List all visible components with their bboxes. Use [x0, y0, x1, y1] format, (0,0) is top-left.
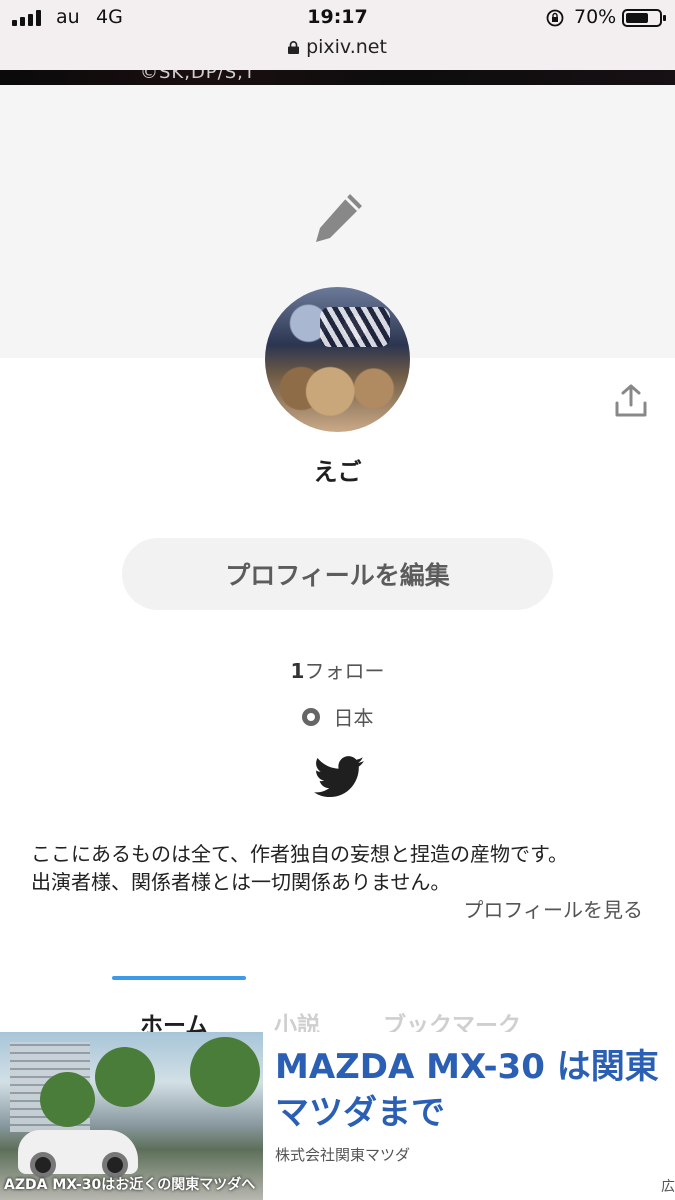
- status-bar: au 4G 19:17 70% pixiv.net: [0, 0, 675, 70]
- location-text: 日本: [333, 706, 374, 730]
- battery-fill: [626, 13, 649, 23]
- follow-count-link[interactable]: 1フォロー: [0, 655, 675, 684]
- edit-profile-button[interactable]: プロフィールを編集: [122, 538, 553, 610]
- location: 日本: [0, 702, 675, 731]
- url-domain: pixiv.net: [306, 36, 387, 58]
- battery-percent: 70%: [574, 6, 617, 28]
- ad-label: 広: [661, 1179, 675, 1195]
- ad-headline[interactable]: MAZDA MX-30 は関東マツダまで: [275, 1044, 670, 1136]
- avatar[interactable]: [265, 287, 410, 432]
- ad-image-caption: AZDA MX-30はお近くの関東マツダへ: [4, 1177, 256, 1193]
- cover-image: ©SK,DP/S,T: [0, 70, 675, 85]
- ad-image-tree: [95, 1047, 155, 1107]
- pencil-icon[interactable]: [308, 188, 368, 248]
- ad-image-tree: [190, 1037, 260, 1107]
- follow-count: 1: [290, 659, 305, 683]
- ad-banner[interactable]: AZDA MX-30はお近くの関東マツダへ MAZDA MX-30 は関東マツダ…: [0, 1032, 675, 1200]
- ad-advertiser: 株式会社関東マツダ: [275, 1146, 411, 1164]
- url-bar[interactable]: pixiv.net: [0, 36, 675, 58]
- ad-image-tree: [40, 1072, 95, 1127]
- location-icon: [301, 707, 320, 726]
- username: えご: [313, 458, 362, 486]
- bio-line: 出演者様、関係者様とは一切関係ありません。: [31, 870, 451, 894]
- active-tab-indicator: [112, 976, 246, 980]
- follow-label: フォロー: [304, 659, 385, 683]
- battery-icon: [622, 9, 666, 27]
- ad-image[interactable]: AZDA MX-30はお近くの関東マツダへ: [0, 1032, 263, 1200]
- rotation-lock-icon: [546, 9, 564, 27]
- profile-bio: ここにあるものは全て、作者独自の妄想と捏造の産物です。 出演者様、関係者様とは一…: [31, 840, 651, 896]
- share-icon[interactable]: [613, 383, 649, 419]
- bio-line: ここにあるものは全て、作者独自の妄想と捏造の産物です。: [31, 842, 568, 866]
- twitter-icon[interactable]: [314, 756, 364, 798]
- avatar-image-detail: [320, 307, 390, 347]
- view-profile-link[interactable]: プロフィールを見る: [463, 894, 643, 923]
- lock-icon: [288, 41, 300, 54]
- cover-credit: ©SK,DP/S,T: [140, 70, 256, 83]
